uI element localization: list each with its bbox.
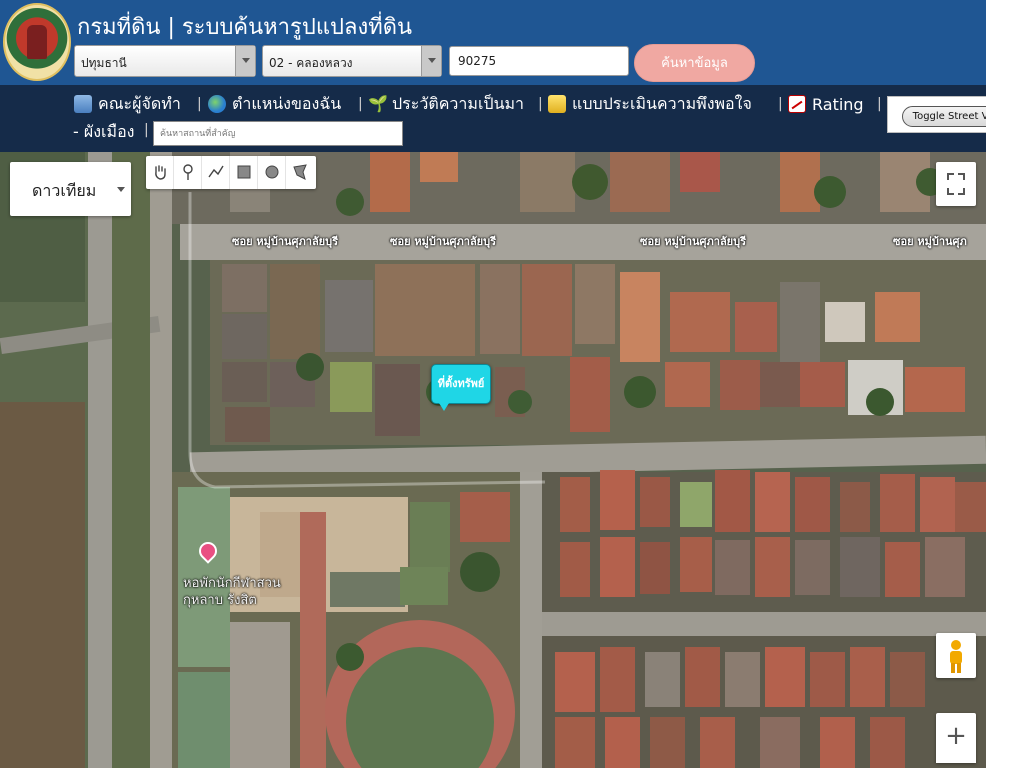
- menu-bar: คณะผู้จัดทำ | ตำแหน่งของฉัน | 🌱 ประวัติค…: [0, 85, 986, 152]
- globe-icon: [208, 95, 226, 113]
- poi-label-line: กุหลาบ รังสิต: [183, 593, 257, 608]
- app-window: กรมที่ดิน | ระบบค้นหารูปแปลงที่ดิน ปทุมธ…: [0, 0, 1024, 768]
- street-view-pegman-button[interactable]: [936, 633, 976, 678]
- menu-item-label: ประวัติความเป็นมา: [392, 93, 525, 113]
- chevron-down-icon: [235, 46, 255, 76]
- land-department-logo: [3, 3, 71, 81]
- road-label: ซอย หมู่บ้านศุภาลัยบุรี: [390, 235, 497, 248]
- menu-item-history[interactable]: 🌱 ประวัติความเป็นมา: [368, 93, 524, 115]
- caret-down-icon: [117, 187, 125, 192]
- menu-separator: |: [778, 96, 783, 112]
- map-type-label: ดาวเทียม: [32, 181, 97, 200]
- polyline-icon[interactable]: [202, 156, 230, 189]
- sprout-icon: 🌱: [368, 94, 388, 113]
- property-location-marker[interactable]: ที่ตั้งทรัพย์: [431, 364, 491, 411]
- polygon-icon[interactable]: [286, 156, 314, 189]
- zoom-in-button[interactable]: +: [936, 713, 976, 763]
- menu-separator: |: [358, 96, 363, 112]
- menu-separator: |: [144, 122, 149, 138]
- place-search-input[interactable]: [153, 121, 403, 146]
- menu-item-satisfaction-survey[interactable]: แบบประเมินความพึงพอใจ: [548, 93, 752, 115]
- form-icon: [548, 95, 566, 113]
- poi-label-line: หอพักนักกีฬาสวน: [183, 576, 281, 591]
- province-select-value: ปทุมธานี: [81, 56, 127, 70]
- poi-label: หอพักนักกีฬาสวน กุหลาบ รังสิต: [183, 575, 281, 609]
- menu-separator: |: [877, 96, 882, 112]
- hand-icon[interactable]: [146, 156, 174, 189]
- chart-icon: [788, 95, 806, 113]
- menu-item-my-location[interactable]: ตำแหน่งของฉัน: [208, 93, 341, 115]
- fullscreen-button[interactable]: [936, 162, 976, 206]
- menu-item-label: Rating: [812, 94, 864, 114]
- app-title: กรมที่ดิน | ระบบค้นหารูปแปลงที่ดิน: [77, 15, 413, 40]
- road-label: ซอย หมู่บ้านศุภาลัยบุรี: [640, 235, 747, 248]
- menu-separator: |: [538, 96, 543, 112]
- menu-item-board[interactable]: คณะผู้จัดทำ: [74, 93, 181, 115]
- page-margin: [986, 0, 1024, 768]
- fullscreen-icon: [947, 173, 965, 195]
- map-type-select[interactable]: ดาวเทียม: [10, 162, 131, 216]
- menu-item-label: คณะผู้จัดทำ: [98, 93, 181, 113]
- header-bar: กรมที่ดิน | ระบบค้นหารูปแปลงที่ดิน ปทุมธ…: [0, 0, 986, 85]
- marker-icon[interactable]: [174, 156, 202, 189]
- pegman-icon: [950, 640, 962, 673]
- circle-icon[interactable]: [258, 156, 286, 189]
- road-label: ซอย หมู่บ้านศุภ: [893, 235, 967, 248]
- menu-item-city-plan[interactable]: - ผังเมือง: [73, 120, 134, 145]
- team-icon: [74, 95, 92, 113]
- province-select[interactable]: ปทุมธานี: [74, 45, 256, 77]
- chevron-down-icon: [421, 46, 441, 76]
- menu-item-label: แบบประเมินความพึงพอใจ: [572, 93, 752, 113]
- search-button[interactable]: ค้นหาข้อมูล: [634, 44, 755, 82]
- menu-item-rating[interactable]: Rating: [788, 93, 864, 115]
- road-label: ซอย หมู่บ้านศุภาลัยบุรี: [232, 235, 339, 248]
- district-select[interactable]: 02 - คลองหลวง: [262, 45, 442, 77]
- menu-item-label: ตำแหน่งของฉัน: [232, 93, 342, 113]
- satellite-map[interactable]: ซอย หมู่บ้านศุภาลัยบุรี ซอย หมู่บ้านศุภา…: [0, 152, 986, 768]
- parcel-number-input[interactable]: [449, 46, 629, 76]
- drawing-toolbar: [146, 156, 316, 189]
- menu-separator: |: [197, 96, 202, 112]
- district-select-value: 02 - คลองหลวง: [269, 56, 353, 70]
- rectangle-icon[interactable]: [230, 156, 258, 189]
